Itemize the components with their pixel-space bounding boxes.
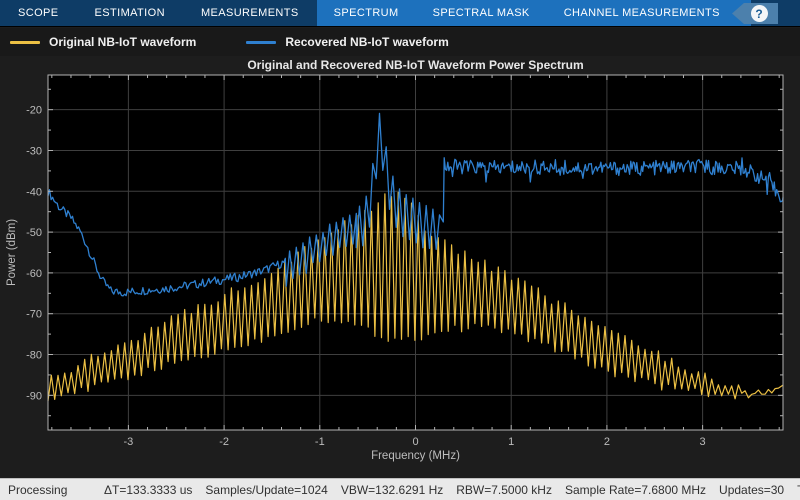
y-tick-label: -20 xyxy=(26,105,42,117)
status-sample-rate: Sample Rate=7.6800 MHz xyxy=(565,483,706,497)
chart-title: Original and Recovered NB-IoT Waveform P… xyxy=(247,58,583,72)
chart-legend: Original NB-IoT waveform Recovered NB-Io… xyxy=(0,28,800,56)
help-icon: ? xyxy=(751,5,768,22)
power-spectrum-chart[interactable]: Original and Recovered NB-IoT Waveform P… xyxy=(0,56,800,478)
tab-group-spectrum-context: SPECTRUM SPECTRAL MASK CHANNEL MEASUREME… xyxy=(317,0,751,26)
y-tick-label: -40 xyxy=(26,186,42,198)
y-tick-label: -90 xyxy=(26,390,42,402)
tab-channel-measurements[interactable]: CHANNEL MEASUREMENTS xyxy=(547,0,737,26)
legend-line-swatch-original xyxy=(10,41,40,44)
toolstrip-tab-bar: SCOPE ESTIMATION MEASUREMENTS SPECTRUM S… xyxy=(0,0,800,27)
tab-spectral-mask[interactable]: SPECTRAL MASK xyxy=(416,0,547,26)
x-tick-label: 3 xyxy=(700,436,706,448)
legend-label-recovered: Recovered NB-IoT waveform xyxy=(285,35,448,49)
tab-measurements[interactable]: MEASUREMENTS xyxy=(183,0,317,26)
y-tick-label: -80 xyxy=(26,350,42,362)
tab-scope[interactable]: SCOPE xyxy=(0,0,77,26)
status-rbw: RBW=7.5000 kHz xyxy=(456,483,552,497)
status-updates: Updates=30 xyxy=(719,483,784,497)
y-tick-label: -60 xyxy=(26,268,42,280)
spectrum-analyzer-window: SCOPE ESTIMATION MEASUREMENTS SPECTRUM S… xyxy=(0,0,800,500)
legend-item-recovered[interactable]: Recovered NB-IoT waveform xyxy=(246,35,448,49)
y-tick-label: -30 xyxy=(26,145,42,157)
y-tick-label: -50 xyxy=(26,227,42,239)
x-tick-label: 0 xyxy=(412,436,418,448)
status-samples-per-update: Samples/Update=1024 xyxy=(205,483,327,497)
status-bar: Processing ΔT=133.3333 us Samples/Update… xyxy=(0,478,800,500)
legend-label-original: Original NB-IoT waveform xyxy=(49,35,196,49)
x-tick-label: -1 xyxy=(315,436,325,448)
y-tick-label: -70 xyxy=(26,309,42,321)
status-delta-t: ΔT=133.3333 us xyxy=(104,483,192,497)
x-axis-label: Frequency (MHz) xyxy=(371,450,460,462)
legend-item-original[interactable]: Original NB-IoT waveform xyxy=(10,35,196,49)
status-vbw: VBW=132.6291 Hz xyxy=(341,483,443,497)
x-tick-label: -3 xyxy=(124,436,134,448)
tab-estimation[interactable]: ESTIMATION xyxy=(77,0,183,26)
status-processing: Processing xyxy=(8,483,104,497)
legend-line-swatch-recovered xyxy=(246,41,276,44)
y-axis-label: Power (dBm) xyxy=(6,219,18,286)
x-tick-label: 2 xyxy=(604,436,610,448)
x-tick-label: -2 xyxy=(219,436,229,448)
x-tick-label: 1 xyxy=(508,436,514,448)
tab-spectrum[interactable]: SPECTRUM xyxy=(317,0,416,26)
tab-group-main: SCOPE ESTIMATION MEASUREMENTS xyxy=(0,0,317,26)
